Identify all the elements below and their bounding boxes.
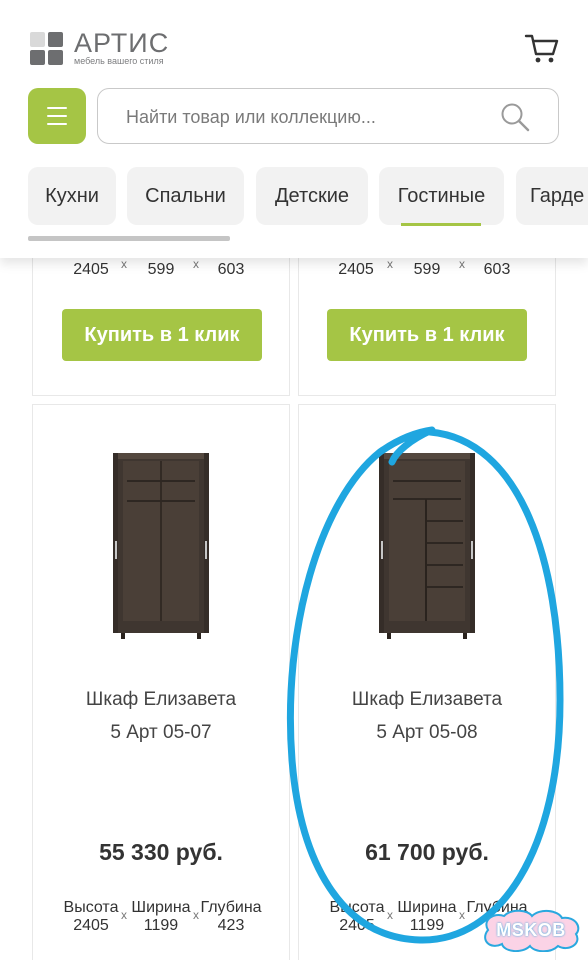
- dim-width: 599: [131, 261, 191, 279]
- dim-width-label: Ширина: [397, 899, 457, 916]
- dim-width: Ширина 1199: [389, 899, 465, 935]
- tabs-scrollbar[interactable]: [28, 236, 230, 241]
- logo-text: АРТИС мебель вашего стиля: [74, 30, 169, 67]
- dim-depth-value: 603: [483, 261, 511, 278]
- dim-width: 599: [397, 261, 457, 279]
- dim-width-value: 599: [147, 261, 175, 278]
- product-name[interactable]: Шкаф Елизавета: [299, 683, 555, 716]
- dim-height: Высота 2405: [319, 899, 395, 935]
- logo[interactable]: АРТИС мебель вашего стиля: [30, 30, 169, 67]
- buy-one-click-button[interactable]: Купить в 1 клик: [62, 309, 262, 361]
- dim-height-value: 2405: [73, 261, 109, 278]
- menu-button[interactable]: [28, 88, 86, 144]
- dim-separator: x: [121, 257, 127, 271]
- product-card[interactable]: Шкаф Елизавета 5 Арт 05-08 61 700 руб. В…: [298, 404, 556, 960]
- cart-icon[interactable]: [524, 30, 560, 66]
- active-tab-indicator: [401, 223, 481, 226]
- product-card[interactable]: Шкаф Елизавета 5 Арт 05-07 55 330 руб. В…: [32, 404, 290, 960]
- dim-width-label: Ширина: [131, 899, 191, 916]
- dim-width-value: 1199: [409, 917, 445, 934]
- app-screen: 2405 x 599 x 603 Купить в 1 клик 2405 x …: [0, 0, 588, 960]
- dim-separator: x: [459, 257, 465, 271]
- wardrobe-two-door-icon: [113, 453, 209, 639]
- product-price: 61 700 руб.: [365, 839, 489, 865]
- product-code: 5 Арт 05-08: [376, 722, 478, 743]
- tab-living-rooms[interactable]: Гостиные: [379, 167, 504, 225]
- watermark-text: MSKOB: [496, 919, 566, 940]
- dim-depth-value: 423: [217, 917, 245, 934]
- dim-height: Высота 2405: [53, 899, 129, 935]
- tab-wardrobes[interactable]: Гарде: [516, 167, 588, 225]
- dim-height: 2405: [326, 261, 386, 279]
- category-tabs: Кухни Спальни Детские Гостиные Гарде: [28, 167, 588, 227]
- dim-width: Ширина 1199: [123, 899, 199, 935]
- dim-height-label: Высота: [329, 899, 385, 916]
- dim-height-value: 2405: [339, 917, 375, 934]
- dim-depth: Глубина 423: [193, 899, 269, 935]
- tab-kitchens[interactable]: Кухни: [28, 167, 116, 225]
- product-code: 5 Арт 05-07: [110, 722, 212, 743]
- search-box: [97, 88, 559, 144]
- dim-width-value: 599: [413, 261, 441, 278]
- hamburger-line: [47, 107, 67, 109]
- tab-bedrooms[interactable]: Спальни: [127, 167, 244, 225]
- logo-tagline: мебель вашего стиля: [74, 56, 164, 66]
- site-header: АРТИС мебель вашего стиля Кухни Спальни …: [0, 0, 588, 258]
- dim-separator: x: [193, 257, 199, 271]
- dim-height-value: 2405: [73, 917, 109, 934]
- buy-one-click-button[interactable]: Купить в 1 клик: [327, 309, 527, 361]
- search-icon[interactable]: [500, 102, 530, 132]
- hamburger-line: [47, 123, 67, 125]
- product-name[interactable]: Шкаф Елизавета: [33, 683, 289, 716]
- logo-mark-icon: [30, 31, 64, 66]
- logo-name: АРТИС: [74, 28, 170, 58]
- dim-height-value: 2405: [338, 261, 374, 278]
- wardrobe-with-shelves-icon: [379, 453, 475, 639]
- dim-depth-value: 603: [217, 261, 245, 278]
- dim-height-label: Высота: [63, 899, 119, 916]
- dim-height: 2405: [61, 261, 121, 279]
- dim-separator: x: [387, 257, 393, 271]
- tab-kids[interactable]: Детские: [256, 167, 368, 225]
- dim-depth: 603: [201, 261, 261, 279]
- dim-width-value: 1199: [143, 917, 179, 934]
- search-input[interactable]: [126, 103, 496, 131]
- product-price: 55 330 руб.: [99, 839, 223, 865]
- dim-depth: 603: [467, 261, 527, 279]
- hamburger-line: [47, 115, 67, 117]
- dim-depth-label: Глубина: [200, 899, 262, 916]
